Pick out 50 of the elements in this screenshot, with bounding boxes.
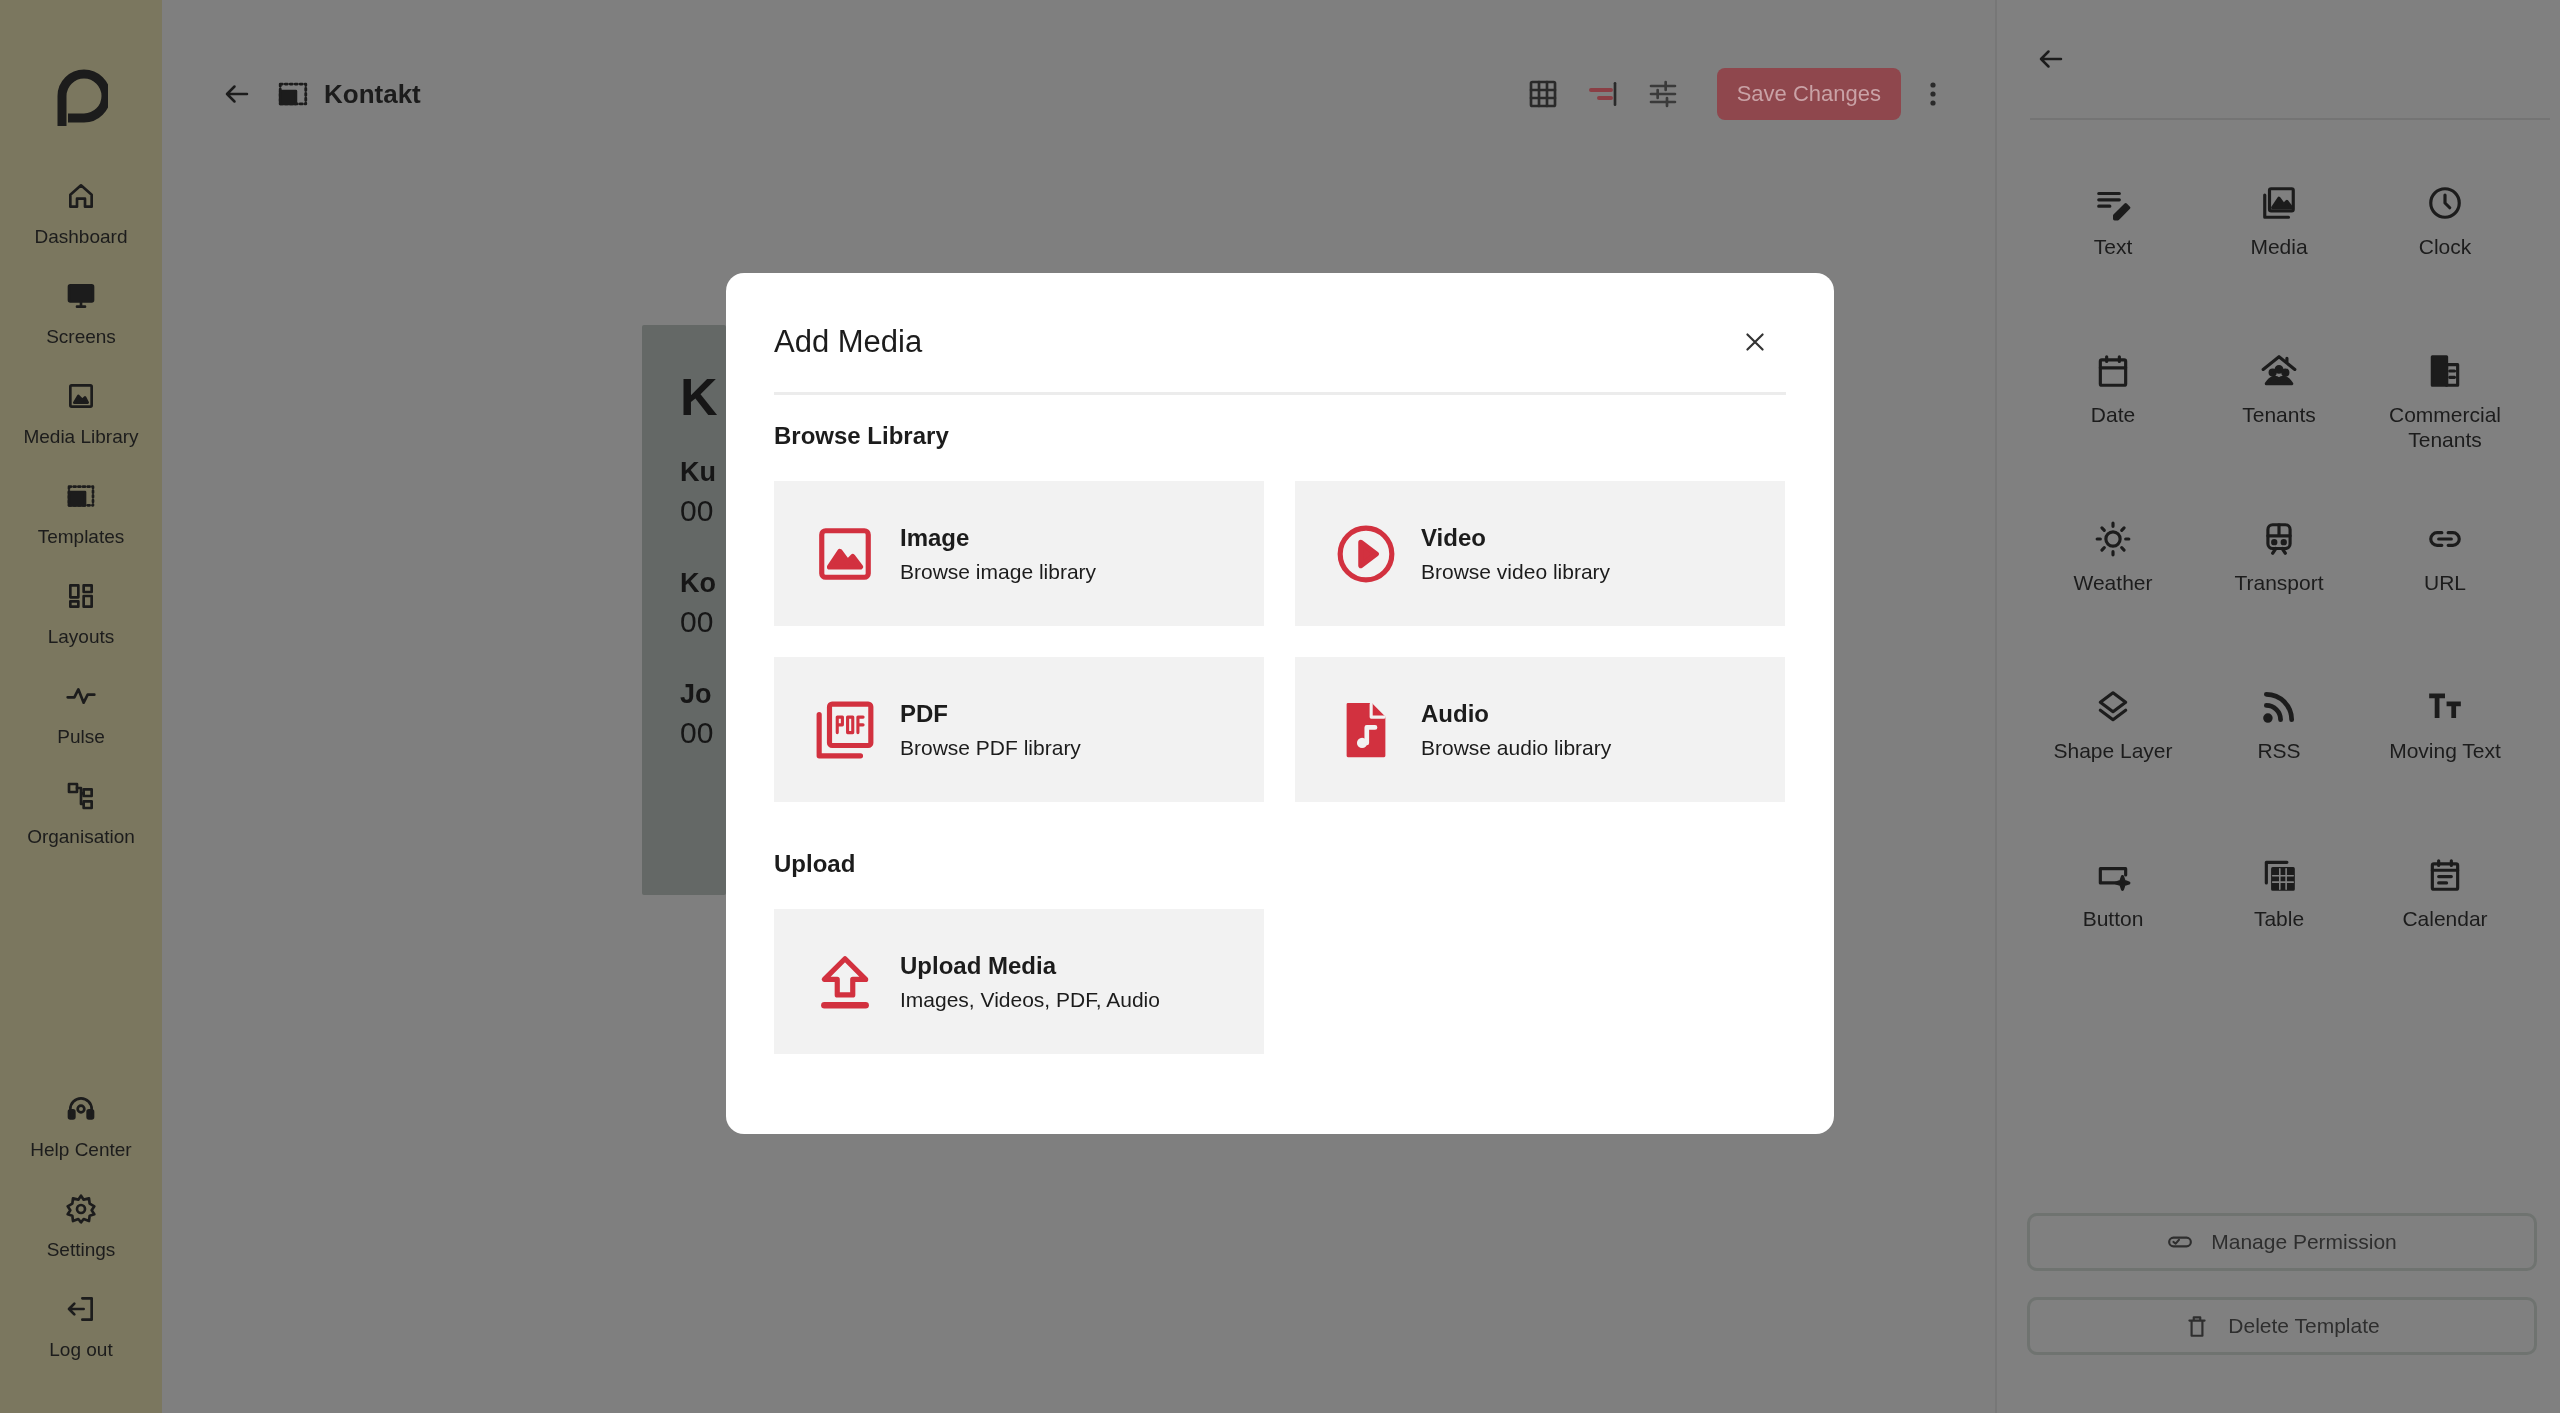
widget-item[interactable]: Moving Text	[2362, 688, 2528, 808]
nav-item[interactable]: Organisation	[0, 770, 162, 870]
media-option[interactable]: Image Browse image library	[774, 481, 1264, 626]
nav-item[interactable]: Screens	[0, 270, 162, 370]
widget-item[interactable]: Table	[2196, 856, 2362, 976]
widget-item[interactable]: Tenants	[2196, 352, 2362, 472]
dialog-title: Add Media	[774, 323, 923, 360]
nav-item[interactable]: Log out	[0, 1283, 162, 1383]
nav-item[interactable]: Settings	[0, 1183, 162, 1283]
widget-item[interactable]: Transport	[2196, 520, 2362, 640]
nav-item[interactable]: Media Library	[0, 370, 162, 470]
manage-permission-button[interactable]: Manage Permission	[2027, 1213, 2537, 1271]
field-label: Jo	[680, 679, 713, 710]
widget-item[interactable]: Weather	[2030, 520, 2196, 640]
widget-item[interactable]: Media	[2196, 184, 2362, 304]
field-value: 00	[680, 494, 715, 528]
section-heading: Browse Library	[774, 422, 949, 450]
field-value: 00	[680, 605, 715, 639]
field-label: Ku	[680, 457, 717, 488]
field-value: 00	[680, 716, 715, 750]
nav-item[interactable]: Help Center	[0, 1083, 162, 1183]
media-option[interactable]: Upload Media Images, Videos, PDF, Audio	[774, 909, 1264, 1054]
clock-icon	[2426, 184, 2464, 222]
widget-item[interactable]: Text	[2030, 184, 2196, 304]
widget-item[interactable]: Commercial Tenants	[2362, 352, 2528, 472]
widget-item[interactable]: RSS	[2196, 688, 2362, 808]
widget-item[interactable]: URL	[2362, 520, 2528, 640]
nav-item[interactable]: Layouts	[0, 570, 162, 670]
widget-item[interactable]: Shape Layer	[2030, 688, 2196, 808]
kebab-menu-icon	[1929, 82, 1937, 106]
field-label: Ko	[680, 568, 717, 599]
media-option[interactable]: Video Browse video library	[1295, 481, 1785, 626]
section-heading: Upload	[774, 850, 856, 878]
save-button[interactable]: Save Changes	[1716, 68, 1901, 120]
widget-item[interactable]: Button	[2030, 856, 2196, 976]
widget-item[interactable]: Clock	[2362, 184, 2528, 304]
more-button[interactable]	[1929, 82, 1937, 106]
card-heading: K	[680, 367, 719, 427]
images-icon	[2260, 184, 2298, 222]
widget-item[interactable]: Date	[2030, 352, 2196, 472]
media-option[interactable]: PDF Browse PDF library	[774, 657, 1264, 802]
delete-template-button[interactable]: Delete Template	[2027, 1297, 2537, 1355]
widget-item[interactable]: Calendar	[2362, 856, 2528, 976]
nav-item[interactable]: Templates	[0, 470, 162, 570]
nav-item[interactable]: Pulse	[0, 670, 162, 770]
settings-icon	[65, 1193, 97, 1225]
nav-item[interactable]: Dashboard	[0, 170, 162, 270]
media-option[interactable]: Audio Browse audio library	[1295, 657, 1785, 802]
template-title: Kontakt	[324, 78, 421, 110]
sun-icon	[2094, 520, 2132, 558]
